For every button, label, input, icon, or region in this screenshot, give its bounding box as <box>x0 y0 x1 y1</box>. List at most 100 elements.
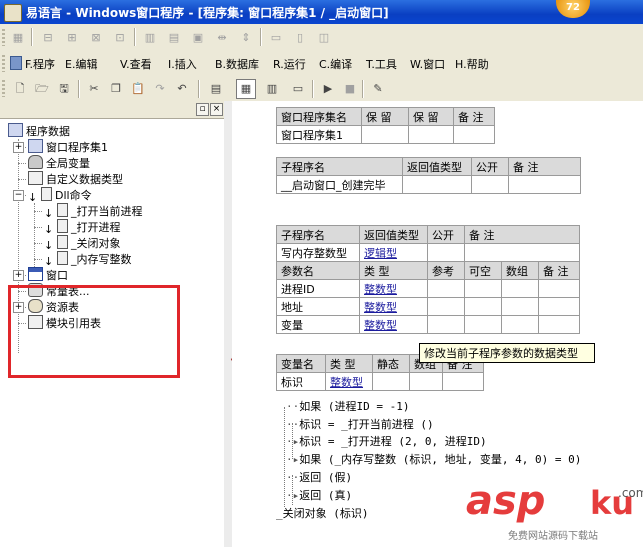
tree-item-dll[interactable]: ↓ _打开进程 <box>44 219 121 236</box>
align-top-icon[interactable]: ⊡ <box>110 28 130 48</box>
code-line[interactable]: ·▸返回 (真) <box>286 488 352 503</box>
table-cell[interactable]: 地址 <box>276 297 360 316</box>
menu-help[interactable]: H.帮助 <box>455 56 489 72</box>
vspace-icon[interactable]: ⇕ <box>236 28 256 48</box>
table-cell[interactable]: __启动窗口_创建完毕 <box>276 175 403 194</box>
same-width-icon[interactable]: ▥ <box>140 28 160 48</box>
new-file-icon[interactable]: 🗋 <box>10 79 30 99</box>
table-cell[interactable] <box>402 175 472 194</box>
align-right-icon[interactable]: ⊠ <box>86 28 106 48</box>
expander-plus-icon[interactable]: + <box>13 142 24 153</box>
tree-root[interactable]: 程序数据 <box>8 123 70 139</box>
tree-item-window[interactable]: 窗口 <box>28 267 68 283</box>
table-cell[interactable]: 逻辑型 <box>359 243 428 262</box>
code-line[interactable]: ··如果 (进程ID = -1) <box>286 399 409 414</box>
redo-icon[interactable]: ↷ <box>150 79 170 99</box>
layout-2-icon[interactable]: ▦ <box>236 79 256 99</box>
table-cell[interactable]: 写内存整数型 <box>276 243 360 262</box>
standard-grip[interactable] <box>2 80 5 97</box>
table-cell[interactable] <box>372 372 410 391</box>
center-both-icon[interactable]: ◫ <box>314 28 334 48</box>
table-cell[interactable] <box>501 315 539 334</box>
cut-icon[interactable]: ✂ <box>84 79 104 99</box>
menu-program[interactable]: F.程序 <box>10 56 55 72</box>
align-left-edges-icon[interactable]: ⊟ <box>38 28 58 48</box>
tree-item-program-set[interactable]: 窗口程序集1 <box>28 139 108 155</box>
table-cell[interactable] <box>464 243 580 262</box>
center-h-icon[interactable]: ▭ <box>266 28 286 48</box>
undo-icon[interactable]: ↶ <box>172 79 192 99</box>
table-cell[interactable]: 整数型 <box>359 315 428 334</box>
stop-icon[interactable]: ■ <box>340 79 360 99</box>
menu-edit[interactable]: E.编辑 <box>65 56 97 72</box>
code-line[interactable]: _关闭对象 (标识) <box>276 506 369 521</box>
table-cell[interactable] <box>427 297 465 316</box>
table-cell[interactable] <box>427 315 465 334</box>
open-folder-icon[interactable]: 🗁 <box>32 79 52 99</box>
code-line[interactable]: ··标识 = _打开当前进程 () <box>286 417 434 432</box>
table-cell[interactable]: 整数型 <box>325 372 373 391</box>
tree-item-dll[interactable]: ↓ _内存写整数 <box>44 251 132 268</box>
paste-icon[interactable]: 📋 <box>128 79 148 99</box>
table-cell[interactable] <box>427 279 465 298</box>
same-height-icon[interactable]: ▤ <box>164 28 184 48</box>
tree-item-dll[interactable]: ↓ _打开当前进程 <box>44 203 143 220</box>
table-cell[interactable] <box>409 372 443 391</box>
table-cell[interactable] <box>442 372 484 391</box>
table-cell[interactable] <box>538 279 580 298</box>
run-icon[interactable]: ▶ <box>318 79 338 99</box>
table-cell[interactable] <box>471 175 509 194</box>
code-line[interactable]: ·▸标识 = _打开进程 (2, 0, 进程ID) <box>286 434 487 449</box>
table-cell[interactable] <box>538 315 580 334</box>
table-cell[interactable]: 标识 <box>276 372 326 391</box>
table-cell[interactable] <box>464 279 502 298</box>
table-cell[interactable] <box>464 297 502 316</box>
panel-close-icon[interactable]: × <box>210 103 223 116</box>
dll-icon: ↓ <box>28 190 38 204</box>
table-cell[interactable] <box>408 125 454 144</box>
notification-badge[interactable]: 72 <box>556 0 590 18</box>
expander-minus-icon[interactable]: − <box>13 190 24 201</box>
menu-window[interactable]: W.窗口 <box>410 56 445 72</box>
same-size-icon[interactable]: ▣ <box>188 28 208 48</box>
menu-view[interactable]: V.查看 <box>120 56 152 72</box>
wizard-icon[interactable]: ✎ <box>368 79 388 99</box>
copy-icon[interactable]: ❐ <box>106 79 126 99</box>
menu-compile[interactable]: C.编译 <box>319 56 352 72</box>
code-line[interactable]: ·▸如果 (_内存写整数 (标识, 地址, 变量, 4, 0) = 0) <box>286 452 581 467</box>
table-cell[interactable] <box>508 175 581 194</box>
layout-1-icon[interactable]: ▤ <box>206 79 226 99</box>
table-cell[interactable] <box>538 297 580 316</box>
toolbar-grip[interactable] <box>2 29 5 46</box>
table-cell[interactable] <box>501 279 539 298</box>
panel-pin-icon[interactable]: ▫ <box>196 103 209 116</box>
table-cell[interactable]: 变量 <box>276 315 360 334</box>
align-left-icon[interactable]: ▦ <box>8 28 28 48</box>
center-v-icon[interactable]: ▯ <box>290 28 310 48</box>
tree-item-dll-commands[interactable]: ↓ Dll命令 <box>28 187 92 204</box>
table-cell[interactable]: 整数型 <box>359 279 428 298</box>
tree-item-custom-types[interactable]: 自定义数据类型 <box>28 171 123 187</box>
table-cell[interactable] <box>361 125 409 144</box>
table-cell[interactable]: 整数型 <box>359 297 428 316</box>
table-cell[interactable] <box>453 125 495 144</box>
hspace-icon[interactable]: ⇹ <box>212 28 232 48</box>
menu-run[interactable]: R.运行 <box>273 56 306 72</box>
menu-insert[interactable]: I.插入 <box>168 56 197 72</box>
menu-database[interactable]: B.数据库 <box>215 56 259 72</box>
layout-3-icon[interactable]: ▥ <box>262 79 282 99</box>
tree-item-global-vars[interactable]: 全局变量 <box>28 155 90 171</box>
code-line[interactable]: ··返回 (假) <box>286 470 352 485</box>
tree-item-dll[interactable]: ↓ _关闭对象 <box>44 235 121 252</box>
menu-grip[interactable] <box>2 55 5 72</box>
table-cell[interactable]: 进程ID <box>276 279 360 298</box>
table-cell[interactable] <box>501 297 539 316</box>
menu-tools[interactable]: T.工具 <box>366 56 397 72</box>
expander-plus-icon[interactable]: + <box>13 270 24 281</box>
table-cell[interactable]: 窗口程序集1 <box>276 125 362 144</box>
table-cell[interactable] <box>464 315 502 334</box>
layout-4-icon[interactable]: ▭ <box>288 79 308 99</box>
save-icon[interactable]: 🖫 <box>54 79 74 99</box>
align-center-icon[interactable]: ⊞ <box>62 28 82 48</box>
table-cell[interactable] <box>427 243 465 262</box>
